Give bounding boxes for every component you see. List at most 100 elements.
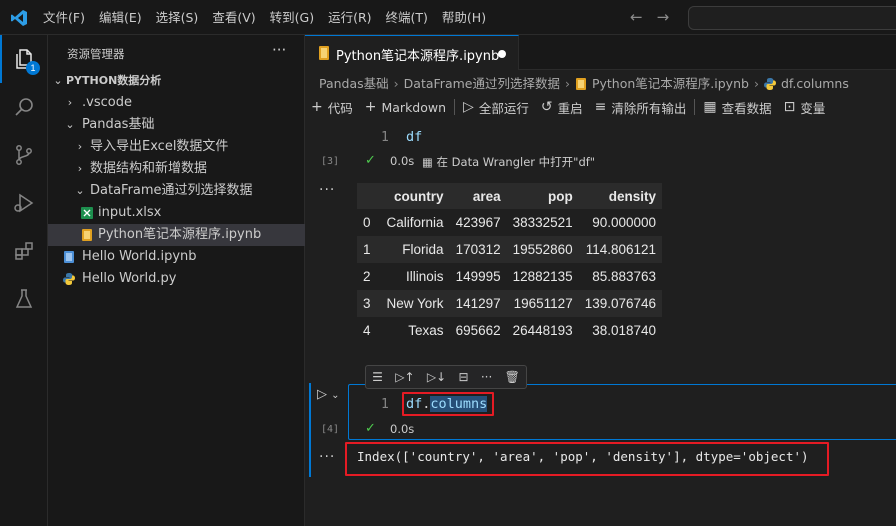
extensions-activity[interactable] [0, 227, 48, 275]
menu-edit[interactable]: 编辑(E) [92, 0, 149, 35]
line-number: 1 [381, 397, 389, 412]
menu-file[interactable]: 文件(F) [36, 0, 92, 35]
tree-item-notebook-selected[interactable]: Python笔记本源程序.ipynb [48, 224, 305, 246]
variables-label: 变量 [800, 100, 826, 116]
tree-item-vscode[interactable]: › .vscode [48, 92, 305, 114]
menu-view[interactable]: 查看(V) [205, 0, 262, 35]
restart-label: 重启 [557, 100, 583, 116]
tree-item-input-xlsx[interactable]: input.xlsx [48, 202, 305, 224]
column-header: pop [506, 183, 579, 209]
breadcrumb-item[interactable]: df.columns [781, 73, 849, 95]
menu-go[interactable]: 转到(G) [263, 0, 321, 35]
split-cell-icon[interactable]: ⊟ [458, 370, 468, 384]
nav-arrows: ← → [630, 8, 669, 26]
menu-selection[interactable]: 选择(S) [149, 0, 206, 35]
add-markdown-label: Markdown [381, 99, 447, 115]
tree-item-label: Hello World.py [82, 271, 177, 286]
menu-help[interactable]: 帮助(H) [435, 0, 493, 35]
success-check-icon: ✓ [365, 421, 376, 436]
plus-icon: + [311, 99, 323, 115]
success-check-icon: ✓ [365, 153, 376, 168]
notebook-file-icon [64, 251, 74, 263]
tree-item-pandas[interactable]: ⌄ Pandas基础 [48, 114, 305, 136]
data-wrangler-link[interactable]: ▦ 在 Data Wrangler 中打开"df" [422, 154, 595, 170]
output-more-icon[interactable]: ··· [319, 449, 335, 465]
table-header-row: country area pop density [357, 183, 663, 209]
restart-icon: ↺ [540, 99, 553, 115]
tree-item-data-structures[interactable]: › 数据结构和新增数据 [48, 158, 305, 180]
chevron-right-icon: › [564, 76, 570, 91]
notebook-file-icon [575, 78, 586, 90]
view-data-button[interactable]: ▦ 查看数据 [697, 98, 777, 117]
table-cell: 170312 [449, 236, 507, 263]
run-by-line-icon[interactable]: ☰ [372, 370, 383, 384]
notebook-toolbar: + 代码 + Markdown ▷ 全部运行 ↺ 重启 ≡ 清除所有输出 ▦ 查看数据 ⊡ 变… [305, 95, 896, 119]
table-cell: 149995 [455, 269, 501, 284]
execute-below-icon[interactable]: ▷↓ [427, 370, 446, 384]
tree-item-hello-ipynb[interactable]: Hello World.ipynb [48, 246, 305, 268]
cell1-code[interactable]: df [406, 129, 422, 145]
source-control-icon [16, 145, 32, 165]
tree-item-label: Pandas基础 [82, 117, 155, 132]
tree-root[interactable]: ⌄ PYTHON数据分析 [48, 70, 305, 92]
explorer-sidebar: 资源管理器 ··· ⌄ PYTHON数据分析 › .vscode ⌄ Panda… [48, 35, 305, 526]
table-cell: 38332521 [512, 215, 573, 230]
output-more-icon[interactable]: ··· [319, 182, 335, 198]
explorer-activity[interactable]: 1 [0, 35, 48, 83]
table-cell: 2 [363, 269, 371, 284]
more-actions-icon[interactable]: ··· [481, 370, 492, 384]
restart-button[interactable]: ↺ 重启 [535, 98, 589, 117]
tab-label: Python笔记本源程序.ipynb [336, 49, 500, 64]
python-file-icon [63, 273, 75, 285]
delete-cell-icon[interactable]: 🗑 [505, 370, 520, 384]
menu-run[interactable]: 运行(R) [321, 0, 378, 35]
run-debug-activity[interactable] [0, 179, 48, 227]
explorer-more-icon[interactable]: ··· [272, 41, 286, 59]
back-arrow-icon[interactable]: ← [630, 8, 643, 26]
execution-time: 0.0s [390, 422, 415, 436]
variables-icon: ⊡ [783, 99, 796, 115]
tree-item-dataframe-select[interactable]: ⌄ DataFrame通过列选择数据 [48, 180, 305, 202]
unsaved-dot-icon[interactable] [498, 50, 506, 58]
tree-root-label: PYTHON数据分析 [66, 74, 162, 87]
file-tree: ⌄ PYTHON数据分析 › .vscode ⌄ Pandas基础 › 导入导出… [48, 70, 305, 290]
clear-all-icon: ≡ [594, 99, 607, 115]
output-highlight-box [345, 442, 829, 476]
table-cell: 0 [363, 215, 371, 230]
tab-notebook[interactable]: Python笔记本源程序.ipynb [305, 35, 519, 70]
variables-button[interactable]: ⊡ 变量 [778, 98, 832, 117]
table-cell: 141297 [449, 290, 507, 317]
breadcrumb-item[interactable]: DataFrame通过列选择数据 [404, 73, 560, 95]
breadcrumb-item[interactable]: Python笔记本源程序.ipynb [592, 73, 749, 95]
line-number: 1 [381, 130, 389, 145]
run-all-icon: ▷ [463, 99, 474, 115]
chevron-right-icon: › [77, 162, 83, 175]
chevron-down-icon: ⌄ [65, 118, 75, 131]
tree-item-hello-py[interactable]: Hello World.py [48, 268, 305, 290]
run-all-button[interactable]: ▷ 全部运行 [457, 98, 535, 117]
toolbar-divider [454, 99, 456, 115]
add-code-button[interactable]: + 代码 [305, 98, 359, 117]
tab-bar: Python笔记本源程序.ipynb [305, 35, 896, 70]
testing-activity[interactable] [0, 275, 48, 323]
table-cell: 19651127 [506, 290, 579, 317]
search-activity[interactable] [0, 83, 48, 131]
menu-terminal[interactable]: 终端(T) [379, 0, 435, 35]
command-center-search[interactable] [688, 6, 896, 30]
view-data-label: 查看数据 [721, 100, 772, 116]
tree-item-label: Python笔记本源程序.ipynb [98, 227, 262, 242]
execution-count: [3] [321, 156, 340, 167]
forward-arrow-icon[interactable]: → [657, 8, 670, 26]
run-cell-button[interactable]: ▷ ⌄ [317, 387, 340, 402]
execution-time: 0.0s [390, 154, 415, 168]
execute-above-icon[interactable]: ▷↑ [395, 370, 414, 384]
breadcrumb-item[interactable]: Pandas基础 [319, 73, 389, 95]
notebook-file-icon [82, 229, 92, 241]
plus-icon: + [364, 99, 377, 115]
add-markdown-button[interactable]: + Markdown [359, 99, 452, 115]
tree-item-import-export[interactable]: › 导入导出Excel数据文件 [48, 136, 305, 158]
clear-outputs-button[interactable]: ≡ 清除所有输出 [589, 98, 693, 117]
code-highlight-box [402, 392, 494, 416]
table-row: 3 New York 141297 19651127 139.076746 [357, 290, 663, 317]
source-control-activity[interactable] [0, 131, 48, 179]
